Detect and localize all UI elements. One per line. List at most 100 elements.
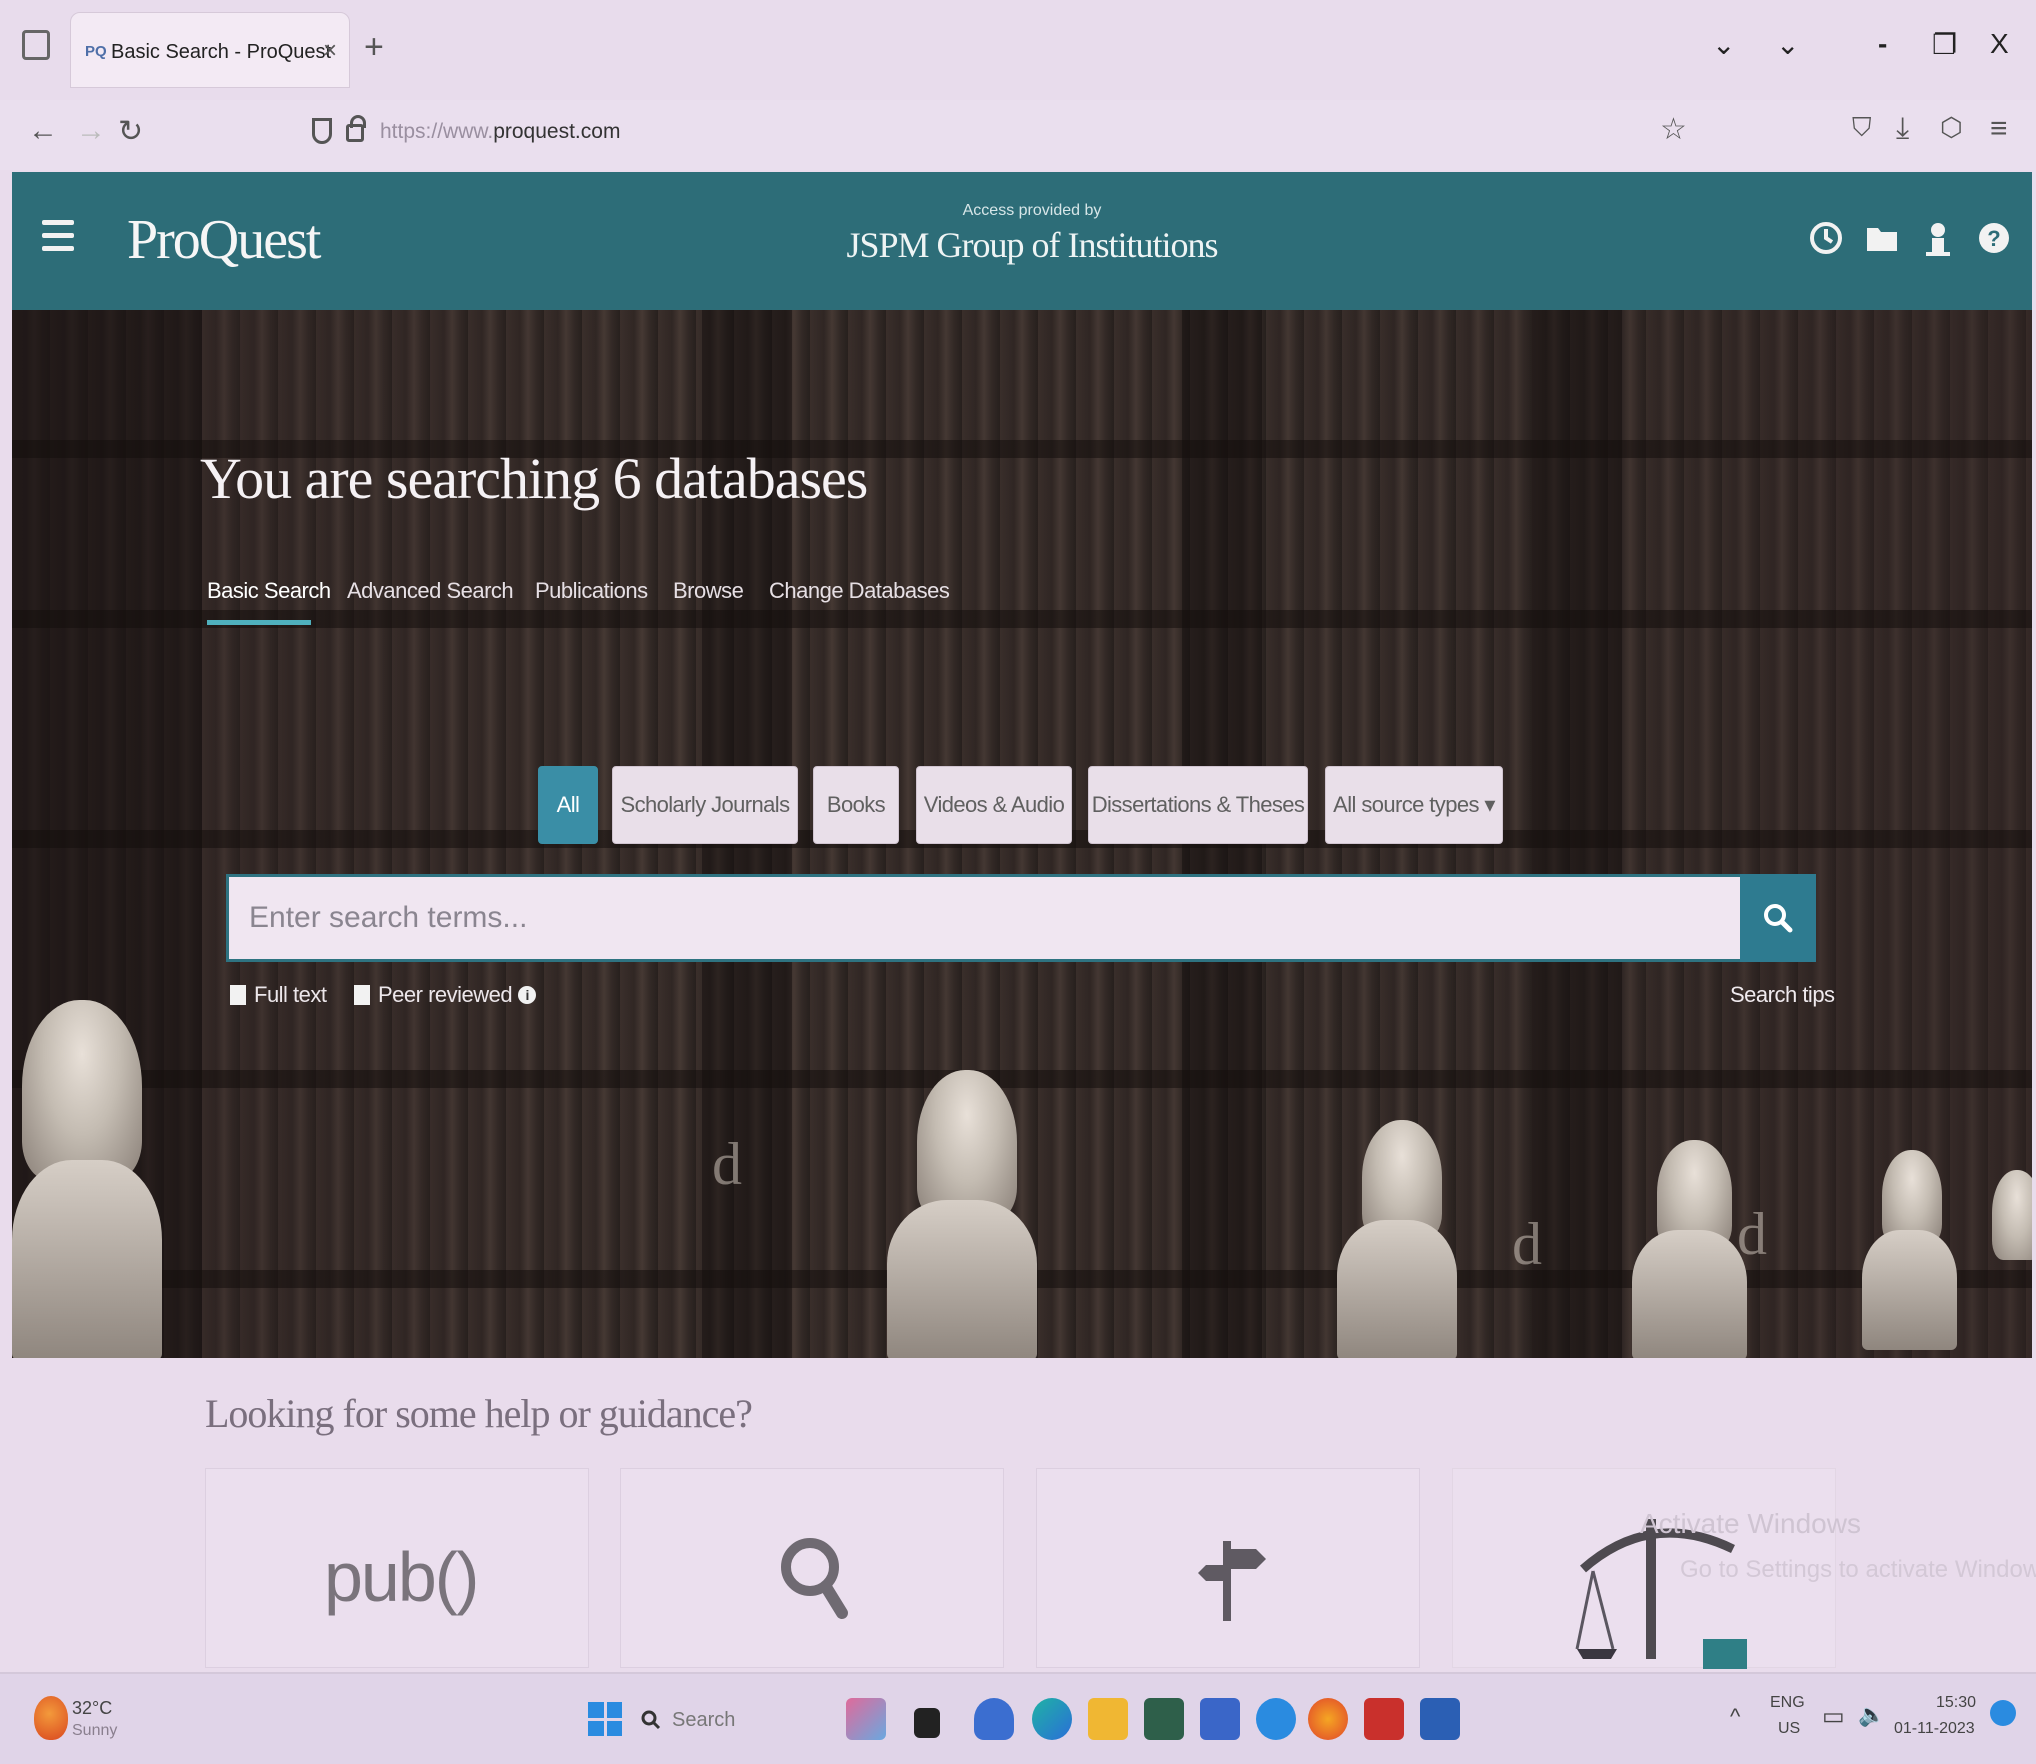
widgets-app-icon[interactable] [846,1698,886,1740]
checkbox-box[interactable] [230,985,246,1005]
tab-list-chevron-icon[interactable]: ⌄ [1712,28,1735,61]
full-text-checkbox[interactable]: Full text [230,982,327,1008]
weather-icon[interactable] [34,1696,68,1740]
all-source-types-dropdown[interactable]: All source types ▾ [1325,766,1503,844]
clock-date[interactable]: 01-11-2023 [1894,1720,1975,1738]
peer-reviewed-checkbox[interactable]: Peer reviewed i [354,982,537,1008]
taskbar-search[interactable]: Search [640,1700,790,1740]
activate-windows-watermark: Activate Windows [1640,1508,1861,1539]
magnifier-icon [781,1538,848,1619]
tab-overview-icon[interactable] [22,30,50,60]
edge-browser-icon[interactable] [1032,1698,1072,1740]
notification-icon[interactable] [1990,1700,2016,1726]
lock-icon[interactable] [346,115,366,142]
pocket-icon[interactable]: ⛉ [1852,112,1872,144]
proquest-logo[interactable]: ProQuest [127,208,321,272]
hamburger-menu-icon[interactable] [42,220,74,254]
help-card-guides[interactable] [1036,1468,1420,1668]
activate-windows-hint: Go to Settings to activate Windows. [1680,1556,2036,1583]
shelf-letter-icon: d [1737,1201,1767,1267]
filter-books-button[interactable]: Books [813,766,899,844]
search-icon [1764,904,1793,933]
windows-taskbar: 32°C Sunny Search ^ ENG US ▭ 🔈 15:30 01-… [0,1672,2036,1764]
filter-scholarly-journals-button[interactable]: Scholarly Journals [612,766,798,844]
word-app-icon[interactable] [1420,1698,1460,1740]
svg-text:?: ? [1987,226,2000,251]
institution-name: JSPM Group of Institutions [846,225,1218,265]
address-bar[interactable]: https://www.proquest.com [300,112,1700,156]
search-input[interactable] [226,874,1753,962]
windows-start-icon[interactable] [588,1702,622,1736]
checkbox-box[interactable] [354,985,370,1005]
extensions-icon[interactable]: ⬡ [1940,112,1963,143]
bookmark-star-icon[interactable]: ☆ [1660,112,1687,147]
tracking-shield-icon[interactable] [312,118,332,144]
browser-menu-icon[interactable]: ≡ [1990,112,2008,146]
browser-nav-bar: ← → ↻ https://www.proquest.com ☆ ⛉ ⤓ ⬡ ≡ [0,100,2036,170]
active-tab-underline [207,620,311,625]
weather-temperature[interactable]: 32°C [72,1698,112,1719]
pub-icon: pub() [324,1538,479,1616]
clock-time[interactable]: 15:30 [1936,1694,1976,1712]
store-app-icon[interactable] [1144,1698,1184,1740]
mail-app-icon[interactable] [1256,1698,1296,1740]
maximize-button[interactable]: ❐ [1932,28,1957,61]
access-provided-label: Access provided by [962,202,1102,219]
filter-dissertations-theses-button[interactable]: Dissertations & Theses [1088,766,1308,844]
file-app-icon[interactable] [914,1708,940,1738]
shelf-band [12,1070,2032,1088]
hero-search-section: d d d You are searching 6 databases Basi… [12,310,2032,1358]
browser-tab[interactable]: PQ Basic Search - ProQuest × [70,12,350,88]
tabs-dropdown-icon[interactable]: ⌄ [1776,28,1799,61]
volume-icon[interactable]: 🔈 [1858,1702,1885,1728]
info-icon[interactable]: i [518,986,537,1004]
source-type-filters: All Scholarly Journals Books Videos & Au… [12,766,2032,846]
new-tab-icon[interactable]: + [364,30,384,64]
search-tips-link[interactable]: Search tips [1730,982,1835,1008]
page-title: You are searching 6 databases [200,446,868,511]
reload-icon[interactable]: ↻ [118,114,143,149]
shelf-band [12,610,2032,628]
tab-browse[interactable]: Browse [673,578,744,604]
search-button[interactable] [1740,874,1816,962]
notes-app-icon[interactable] [1200,1698,1240,1740]
user-icon[interactable] [1918,218,1958,258]
tray-overflow-icon[interactable]: ^ [1730,1704,1740,1730]
download-icon[interactable]: ⤓ [1896,112,1909,146]
language-region[interactable]: US [1778,1720,1800,1738]
close-window-button[interactable]: X [1990,28,2009,60]
tab-change-databases[interactable]: Change Databases [769,578,950,604]
help-card-pub[interactable]: pub() [205,1468,589,1668]
tab-advanced-search[interactable]: Advanced Search [347,578,514,604]
tab-publications[interactable]: Publications [535,578,648,604]
filter-all-button[interactable]: All [538,766,598,844]
forward-arrow-icon[interactable]: → [76,114,106,148]
tab-basic-search[interactable]: Basic Search [207,578,331,604]
tab-close-icon[interactable]: × [323,37,337,65]
full-text-label: Full text [254,982,327,1007]
pdf-reader-icon[interactable] [1364,1698,1404,1740]
bust-pedestal [12,1160,162,1358]
file-explorer-icon[interactable] [1088,1698,1128,1740]
bust-pedestal [1337,1220,1457,1358]
back-arrow-icon[interactable]: ← [28,114,58,148]
weather-description[interactable]: Sunny [72,1722,117,1740]
minimize-button[interactable]: - [1878,28,1887,60]
help-icon[interactable]: ? [1974,218,2014,258]
url-text[interactable]: https://www.proquest.com [380,120,620,144]
filter-videos-audio-button[interactable]: Videos & Audio [916,766,1072,844]
history-icon[interactable] [1806,218,1846,258]
help-card-search[interactable] [620,1468,1004,1668]
bust-pedestal [887,1200,1037,1358]
bust-pedestal [1632,1230,1747,1358]
language-indicator[interactable]: ENG [1770,1694,1805,1712]
tab-title: Basic Search - ProQuest [111,41,332,63]
bust-pedestal [1862,1230,1957,1350]
folder-icon[interactable] [1862,218,1902,258]
shelf-letter-icon: d [712,1131,742,1197]
bust-statue [1992,1170,2032,1260]
network-icon[interactable]: ▭ [1822,1702,1845,1731]
help-section-title: Looking for some help or guidance? [205,1391,753,1436]
firefox-browser-icon[interactable] [1308,1698,1348,1740]
chat-app-icon[interactable] [974,1698,1014,1740]
